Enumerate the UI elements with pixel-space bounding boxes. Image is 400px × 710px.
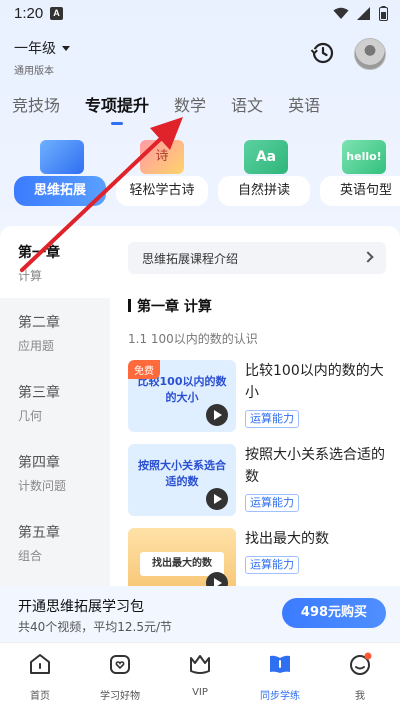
thumbnail-text: 按照大小关系选合适的数 (138, 459, 226, 488)
grade-selector[interactable]: 一年级 通用版本 (14, 38, 70, 77)
purchase-desc: 共40个视频，平均12.5元/节 (18, 620, 173, 634)
lesson-item-1[interactable]: 比较100以内的数的大小 免费 比较100以内的数的大小 运算能力 (128, 360, 388, 432)
nav-label: 首页 (30, 691, 50, 702)
play-icon[interactable] (206, 488, 228, 510)
avatar[interactable] (354, 38, 386, 70)
purchase-bar: 开通思维拓展学习包 共40个视频，平均12.5元/节 498元购买 (0, 586, 400, 642)
nav-item-profile[interactable]: 我 (320, 651, 400, 702)
chapter-title: 第五章 (18, 525, 60, 541)
lesson-title: 比较100以内的数的大小 (245, 363, 384, 401)
play-icon[interactable] (206, 404, 228, 426)
vip-crown-icon (190, 655, 210, 674)
chapter-sub: 计数问题 (18, 479, 67, 493)
course-panel: 第一章 计算 第二章 应用题 第三章 几何 第四章 计数问题 第五章 组合 思维… (0, 226, 400, 586)
lesson-thumbnail[interactable]: 找出最大的数 (128, 528, 236, 586)
chapter-title: 第二章 (18, 315, 60, 331)
lesson-thumbnail[interactable]: 按照大小关系选合适的数 (128, 444, 236, 516)
chapter-sub: 几何 (18, 409, 43, 423)
notification-a-icon: A (50, 7, 63, 20)
topic-phonics[interactable]: Aa 自然拼读 (218, 140, 310, 210)
tab-chinese[interactable]: 语文 (231, 92, 263, 116)
grade-label: 一年级 (14, 41, 56, 57)
tab-math[interactable]: 数学 (174, 92, 206, 116)
tab-arena[interactable]: 竞技场 (12, 92, 60, 116)
hello-bubble-icon: hello! (342, 140, 386, 174)
chapter-sub: 组合 (18, 549, 43, 563)
lesson-item-2[interactable]: 按照大小关系选合适的数 按照大小关系选合适的数 运算能力 (128, 444, 388, 516)
lesson-item-3[interactable]: 找出最大的数 找出最大的数 运算能力 (128, 528, 388, 586)
aa-book-icon: Aa (244, 140, 288, 174)
nav-label: 我 (355, 691, 365, 702)
thinking-block-icon (40, 140, 84, 174)
nav-item-sync-study[interactable]: 同步学练 (240, 651, 320, 702)
chapter-sub: 计算 (18, 269, 43, 283)
subsection-title: 1.1 100以内的数的认识 (128, 332, 258, 346)
bottom-nav: 首页 学习好物 VIP 同步学练 我 (0, 642, 400, 710)
bag-heart-icon (110, 655, 130, 674)
course-intro-link[interactable]: 思维拓展课程介绍 (128, 242, 386, 274)
smile-profile-icon (350, 652, 372, 675)
history-icon[interactable] (310, 40, 336, 66)
caret-down-icon (62, 46, 70, 51)
chapter-list: 第一章 计算 第二章 应用题 第三章 几何 第四章 计数问题 第五章 组合 (0, 226, 110, 586)
signal-icon (357, 7, 370, 20)
topic-label: 自然拼读 (218, 176, 310, 206)
wifi-icon (333, 7, 349, 19)
buy-button[interactable]: 498元购买 (282, 598, 386, 628)
chapter-title: 第三章 (18, 385, 60, 401)
chapter-item-5[interactable]: 第五章 组合 (0, 522, 110, 564)
chapter-item-3[interactable]: 第三章 几何 (0, 382, 110, 424)
status-icons (333, 6, 388, 21)
subject-tabs: 竞技场 专项提升 数学 语文 英语 (12, 92, 345, 125)
status-time: 1:20 (14, 5, 44, 22)
section-heading: 第一章 计算 (128, 296, 212, 316)
book-icon (270, 655, 290, 673)
chapter-title: 第四章 (18, 455, 60, 471)
home-icon (30, 654, 50, 674)
nav-item-vip[interactable]: VIP (160, 651, 240, 698)
tab-english[interactable]: 英语 (288, 92, 320, 116)
topic-label: 轻松学古诗 (116, 176, 208, 206)
chapter-item-1[interactable]: 第一章 计算 (0, 226, 110, 298)
lesson-title: 按照大小关系选合适的数 (245, 447, 385, 485)
purchase-title: 开通思维拓展学习包 (18, 599, 144, 615)
lesson-title: 找出最大的数 (245, 531, 329, 547)
chapter-sub: 应用题 (18, 339, 55, 353)
lesson-thumbnail[interactable]: 比较100以内的数的大小 免费 (128, 360, 236, 432)
topic-row: 思维拓展 诗 轻松学古诗 Aa 自然拼读 hello! 英语句型 (0, 140, 400, 210)
topic-thinking-expansion[interactable]: 思维拓展 (14, 140, 106, 210)
chapter-item-4[interactable]: 第四章 计数问题 (0, 452, 110, 494)
skill-tag: 运算能力 (245, 410, 299, 428)
topic-label: 英语句型 (320, 176, 400, 206)
chapter-title: 第一章 (18, 245, 60, 261)
topic-ancient-poems[interactable]: 诗 轻松学古诗 (116, 140, 208, 210)
nav-label: 同步学练 (260, 691, 300, 702)
skill-tag: 运算能力 (245, 494, 299, 512)
nav-item-home[interactable]: 首页 (0, 651, 80, 702)
topic-label: 思维拓展 (14, 176, 106, 206)
nav-label: VIP (192, 687, 208, 698)
poem-book-icon: 诗 (140, 140, 184, 174)
chevron-right-icon (362, 251, 374, 263)
course-intro-label: 思维拓展课程介绍 (142, 252, 239, 266)
topic-english-sentences[interactable]: hello! 英语句型 (320, 140, 400, 210)
play-icon[interactable] (206, 572, 228, 586)
status-bar: 1:20 A (0, 0, 400, 28)
free-badge: 免费 (128, 360, 160, 379)
edition-label: 通用版本 (14, 66, 54, 77)
nav-item-shop[interactable]: 学习好物 (80, 651, 160, 702)
tab-special-improve[interactable]: 专项提升 (85, 92, 149, 125)
skill-tag: 运算能力 (245, 556, 299, 574)
nav-label: 学习好物 (100, 691, 140, 702)
battery-icon (379, 6, 388, 21)
chapter-item-2[interactable]: 第二章 应用题 (0, 312, 110, 354)
